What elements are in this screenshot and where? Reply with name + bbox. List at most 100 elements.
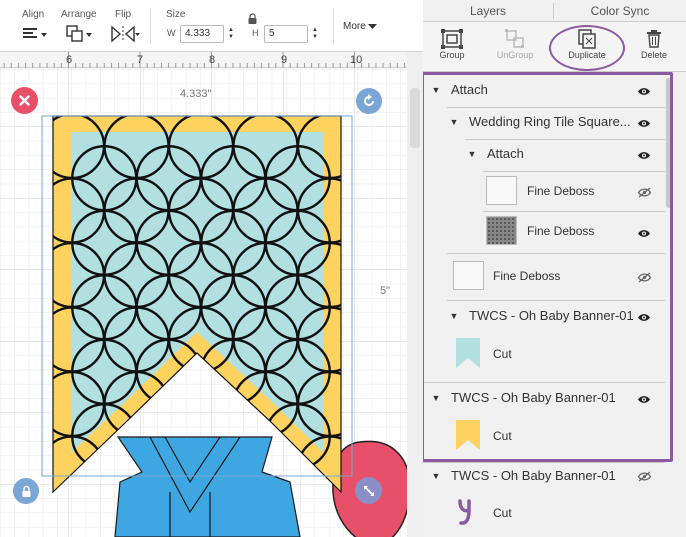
edit-toolbar: Align Arrange Flip Size W 4.333 ▲ ▼ H 5 … bbox=[0, 0, 423, 52]
layer-row-wedding-ring[interactable]: ▼ Wedding Ring Tile Square... bbox=[447, 114, 647, 129]
caret-down-icon: ▼ bbox=[449, 310, 459, 321]
ruler-tick-label: 10 bbox=[350, 54, 363, 66]
flip-button[interactable] bbox=[110, 24, 140, 44]
align-label: Align bbox=[22, 9, 45, 20]
caret-down-icon: ▼ bbox=[431, 392, 441, 403]
ruler-tick-label: 6 bbox=[66, 54, 73, 66]
caret-down-icon: ▼ bbox=[449, 116, 459, 127]
caret-down-icon: ▼ bbox=[431, 84, 441, 95]
resize-handle[interactable] bbox=[355, 477, 382, 504]
toolbar-divider bbox=[333, 8, 334, 44]
trash-icon bbox=[647, 30, 661, 48]
row-divider bbox=[483, 211, 665, 212]
layer-operation: Cut bbox=[493, 347, 512, 361]
more-menu-button[interactable]: More bbox=[343, 21, 377, 32]
layer-thumbnail bbox=[453, 261, 484, 290]
layer-operation: Fine Deboss bbox=[493, 269, 561, 283]
eye-icon[interactable] bbox=[636, 227, 652, 239]
layer-row-attach[interactable]: ▼ Attach bbox=[429, 82, 665, 97]
width-letter: W bbox=[167, 28, 176, 38]
step-up-icon: ▲ bbox=[228, 27, 234, 33]
eye-icon[interactable] bbox=[636, 117, 652, 129]
row-divider bbox=[423, 462, 665, 463]
caret-down-icon bbox=[367, 23, 377, 29]
design-canvas[interactable]: 6 7 8 9 10 4.333" 5" bbox=[0, 52, 407, 537]
align-icon bbox=[23, 28, 47, 38]
layer-row-twcs-banner[interactable]: ▼ TWCS - Oh Baby Banner-01 bbox=[429, 390, 649, 405]
align-button[interactable] bbox=[22, 24, 48, 44]
layers-scroll-thumb[interactable] bbox=[666, 78, 671, 208]
arrange-button[interactable] bbox=[66, 24, 94, 44]
close-icon bbox=[19, 95, 30, 106]
lock-handle[interactable] bbox=[13, 478, 39, 504]
layer-name: TWCS - Oh Baby Banner-01 bbox=[451, 390, 616, 405]
height-input[interactable]: 5 bbox=[264, 25, 308, 43]
canvas-scroll-thumb[interactable] bbox=[410, 88, 420, 148]
layers-panel: Layers Color Sync Group UnGroup Duplicat… bbox=[423, 0, 686, 537]
ruler-ticks bbox=[3, 52, 406, 68]
layer-operation: Cut bbox=[493, 429, 512, 443]
toolbar-divider bbox=[150, 8, 151, 44]
layer-row-twcs-banner[interactable]: ▼ TWCS - Oh Baby Banner-01 bbox=[429, 468, 649, 483]
ruler-tick-label: 9 bbox=[281, 54, 288, 66]
ungroup-button[interactable]: UnGroup bbox=[490, 28, 540, 60]
layer-name: TWCS - Oh Baby Banner-01 bbox=[451, 468, 616, 483]
step-down-icon: ▼ bbox=[228, 34, 234, 40]
step-down-icon: ▼ bbox=[312, 34, 318, 40]
panel-tabs: Layers Color Sync bbox=[423, 0, 686, 22]
eye-icon[interactable] bbox=[636, 85, 652, 97]
step-up-icon: ▲ bbox=[312, 27, 318, 33]
rotate-handle[interactable] bbox=[356, 88, 382, 114]
eye-hidden-icon[interactable] bbox=[636, 271, 652, 283]
width-input[interactable]: 4.333 bbox=[180, 25, 224, 43]
flip-label: Flip bbox=[115, 9, 132, 20]
layer-thumbnail-pattern bbox=[486, 216, 517, 245]
layer-row-attach-nested[interactable]: ▼ Attach bbox=[465, 146, 645, 161]
layer-name: Wedding Ring Tile Square... bbox=[469, 114, 631, 129]
eye-icon[interactable] bbox=[636, 393, 652, 405]
arrange-icon bbox=[66, 25, 92, 42]
group-icon bbox=[441, 29, 463, 49]
eye-icon[interactable] bbox=[636, 149, 652, 161]
row-divider bbox=[465, 139, 665, 140]
eye-hidden-icon[interactable] bbox=[636, 186, 652, 198]
eye-icon[interactable] bbox=[636, 311, 652, 323]
layer-operation: Cut bbox=[493, 506, 512, 520]
group-button[interactable]: Group bbox=[427, 28, 477, 60]
row-divider bbox=[447, 253, 665, 254]
ungroup-icon bbox=[505, 29, 524, 48]
group-label: Group bbox=[439, 50, 465, 60]
caret-down-icon: ▼ bbox=[467, 148, 477, 159]
app-window: Align Arrange Flip Size W 4.333 ▲ ▼ H 5 … bbox=[0, 0, 686, 537]
ruler-tick-label: 7 bbox=[137, 54, 144, 66]
row-divider bbox=[483, 171, 665, 172]
layer-name: Attach bbox=[451, 82, 488, 97]
delete-label: Delete bbox=[640, 50, 667, 60]
size-label: Size bbox=[166, 9, 186, 20]
layers-list: ▼ Attach ▼ Wedding Ring Tile Square... ▼… bbox=[423, 72, 686, 537]
lock-icon bbox=[22, 485, 30, 497]
canvas-scrollbar[interactable] bbox=[407, 52, 423, 537]
height-letter: H bbox=[252, 28, 259, 38]
caret-down-icon: ▼ bbox=[431, 470, 441, 481]
duplicate-highlight-ring bbox=[549, 25, 625, 71]
width-dimension-label: 4.333" bbox=[180, 88, 212, 100]
layer-operation: Fine Deboss bbox=[527, 184, 595, 198]
delete-button[interactable]: Delete bbox=[629, 28, 679, 60]
rotate-icon bbox=[364, 94, 374, 106]
lock-icon bbox=[248, 13, 257, 24]
width-stepper[interactable]: ▲ ▼ bbox=[226, 25, 236, 43]
height-stepper[interactable]: ▲ ▼ bbox=[310, 25, 320, 43]
eye-hidden-icon[interactable] bbox=[636, 470, 652, 482]
height-dimension-label: 5" bbox=[380, 285, 391, 297]
tab-color-sync[interactable]: Color Sync bbox=[554, 0, 686, 22]
row-divider bbox=[447, 107, 665, 108]
layer-thumbnail bbox=[486, 176, 517, 205]
banner-thumbnail-teal bbox=[456, 338, 480, 373]
layer-actions-bar: Group UnGroup Duplicate Delete bbox=[423, 22, 686, 72]
layer-name: TWCS - Oh Baby Banner-01 bbox=[469, 308, 634, 323]
layer-row-twcs-banner[interactable]: ▼ TWCS - Oh Baby Banner-01 bbox=[447, 308, 647, 323]
more-label: More bbox=[343, 21, 366, 32]
delete-handle[interactable] bbox=[11, 87, 38, 114]
tab-layers[interactable]: Layers bbox=[423, 0, 553, 22]
